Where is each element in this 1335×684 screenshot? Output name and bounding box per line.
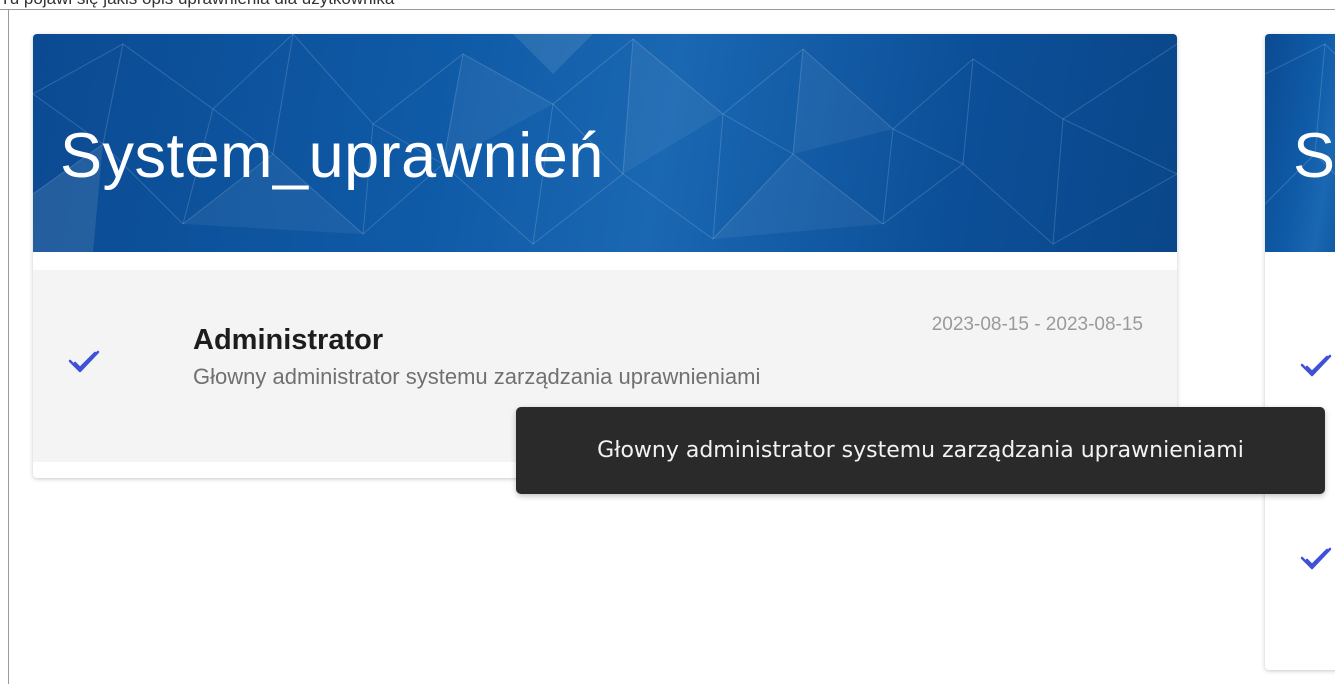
double-check-icon	[1300, 547, 1332, 570]
second-system-card[interactable]: S	[1265, 34, 1335, 670]
frame-border	[8, 9, 9, 684]
system-card-banner: System_uprawnień	[33, 34, 1177, 252]
role-name: Administrator	[193, 324, 384, 356]
second-system-card-title: S	[1293, 121, 1335, 191]
role-date-range: 2023-08-15 - 2023-08-15	[931, 314, 1143, 335]
double-check-icon	[68, 350, 100, 373]
role-description: Głowny administrator systemu zarządzania…	[193, 364, 761, 389]
top-strip-text: Tu pojawi się jakiś opis uprawnienia dla…	[0, 0, 394, 9]
top-strip: Tu pojawi się jakiś opis uprawnienia dla…	[0, 0, 1335, 10]
system-card-title: System_uprawnień	[60, 121, 604, 191]
double-check-icon	[1300, 354, 1332, 377]
second-system-card-banner: S	[1265, 34, 1335, 252]
description-tooltip: Głowny administrator systemu zarządzania…	[516, 407, 1325, 494]
